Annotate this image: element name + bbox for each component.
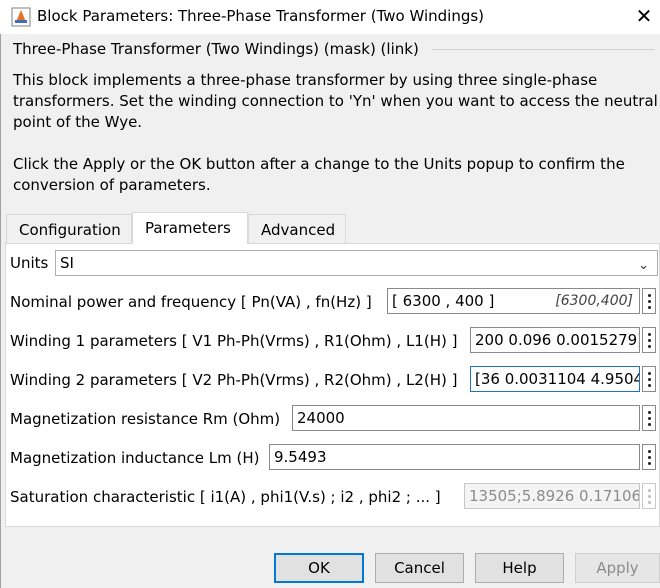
mask-description: This block implements a three-phase tran… <box>13 70 658 196</box>
ok-button[interactable]: OK <box>274 553 364 583</box>
units-value: SI <box>60 254 74 272</box>
saturation-value: 13505;5.8926 0.17106] <box>469 487 640 505</box>
title-bar: Block Parameters: Three-Phase Transforme… <box>0 0 660 34</box>
more-options-icon[interactable] <box>642 405 656 431</box>
more-options-icon <box>642 483 656 509</box>
units-label: Units <box>10 254 49 272</box>
winding1-input[interactable]: 200 0.096 0.0015279] <box>470 327 640 353</box>
group-divider <box>432 49 654 50</box>
winding2-label: Winding 2 parameters [ V2 Ph-Ph(Vrms) , … <box>10 371 458 389</box>
magnetization-resistance-value: 24000 <box>297 409 345 427</box>
magnetization-inductance-value: 9.5493 <box>274 448 327 466</box>
magnetization-resistance-input[interactable]: 24000 <box>292 405 640 431</box>
description-line: This block implements a three-phase tran… <box>13 71 598 89</box>
more-options-icon[interactable] <box>642 444 656 470</box>
chevron-down-icon: ⌄ <box>638 258 649 273</box>
cancel-button[interactable]: Cancel <box>375 553 464 583</box>
saturation-input: 13505;5.8926 0.17106] <box>464 483 640 509</box>
more-options-icon[interactable] <box>642 288 656 314</box>
window-title: Block Parameters: Three-Phase Transforme… <box>37 7 485 25</box>
saturation-label: Saturation characteristic [ i1(A) , phi1… <box>10 488 441 506</box>
description-line: conversion of parameters. <box>13 176 211 194</box>
winding2-value: [36 0.0031104 4.9504e <box>475 370 640 388</box>
tab-advanced[interactable]: Advanced <box>248 214 346 244</box>
nominal-power-hint: [6300,400] <box>555 293 633 309</box>
apply-button: Apply <box>575 553 660 583</box>
description-line: Click the Apply or the OK button after a… <box>13 155 625 173</box>
winding1-label: Winding 1 parameters [ V1 Ph-Ph(Vrms) , … <box>10 332 458 350</box>
help-button[interactable]: Help <box>475 553 564 583</box>
winding2-input[interactable]: [36 0.0031104 4.9504e <box>470 366 640 392</box>
block-parameters-icon <box>11 7 31 27</box>
tab-parameters[interactable]: Parameters <box>132 212 248 244</box>
magnetization-inductance-label: Magnetization inductance Lm (H) <box>10 449 260 467</box>
description-line: point of the Wye. <box>13 113 143 131</box>
description-line: transformers. Set the winding connection… <box>13 92 658 110</box>
more-options-icon[interactable] <box>642 366 656 392</box>
mask-title: Three-Phase Transformer (Two Windings) (… <box>13 40 419 58</box>
nominal-power-label: Nominal power and frequency [ Pn(VA) , f… <box>10 293 372 311</box>
nominal-power-value: [ 6300 , 400 ] <box>392 292 495 310</box>
units-dropdown[interactable]: SI ⌄ <box>55 250 658 276</box>
more-options-icon[interactable] <box>642 327 656 353</box>
tab-configuration[interactable]: Configuration <box>6 214 132 244</box>
winding1-value: 200 0.096 0.0015279] <box>475 331 640 349</box>
close-icon[interactable]: ✕ <box>630 2 658 30</box>
nominal-power-input[interactable]: [ 6300 , 400 ] [6300,400] <box>387 288 640 314</box>
magnetization-inductance-input[interactable]: 9.5493 <box>269 444 640 470</box>
magnetization-resistance-label: Magnetization resistance Rm (Ohm) <box>10 410 281 428</box>
